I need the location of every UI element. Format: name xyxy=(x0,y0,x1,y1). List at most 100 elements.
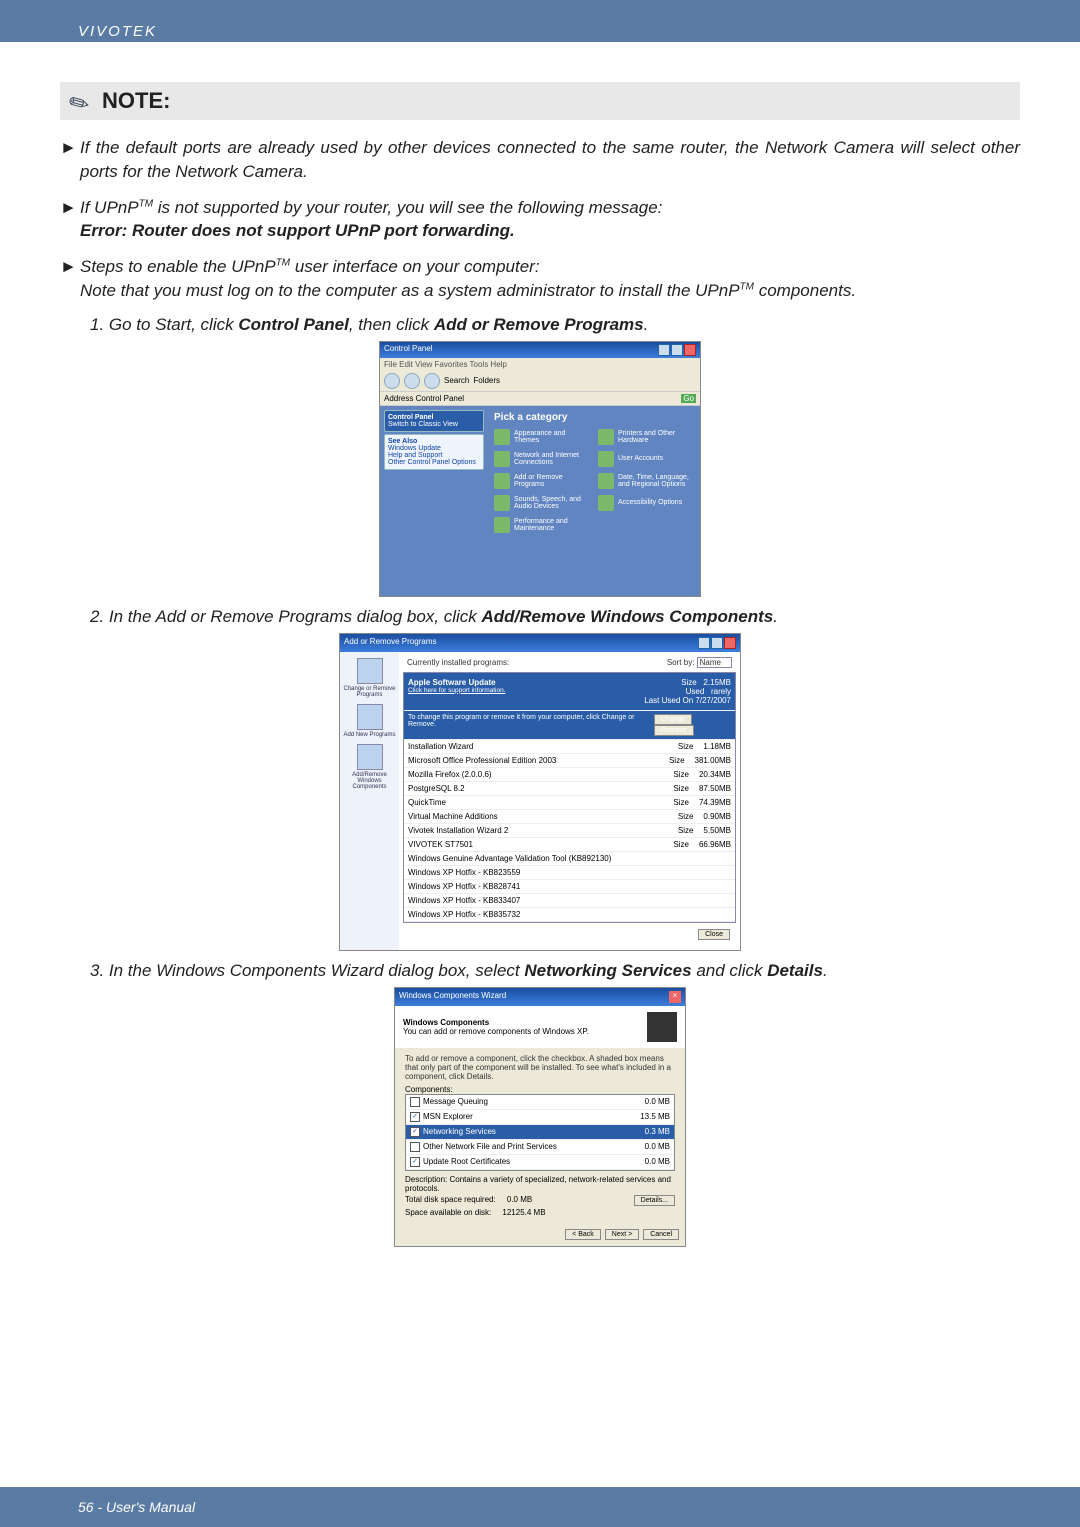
arp-selected-program[interactable]: Apple Software Update Size 2.15MB Click … xyxy=(404,673,735,711)
sort-select[interactable]: Name xyxy=(697,657,732,668)
note-bullet-1: ► If the default ports are already used … xyxy=(60,136,1020,184)
cat-performance[interactable]: Performance and Maintenance xyxy=(494,517,590,533)
arp-main: Currently installed programs: Sort by: N… xyxy=(399,652,740,950)
forward-icon[interactable] xyxy=(404,373,420,389)
table-row[interactable]: Windows Genuine Advantage Validation Too… xyxy=(404,852,735,866)
b3l1-suffix: user interface on your computer: xyxy=(290,257,539,276)
table-row[interactable]: Windows XP Hotfix - KB828741 xyxy=(404,880,735,894)
minimize-icon[interactable] xyxy=(658,344,670,356)
s2-c: . xyxy=(773,607,778,626)
category-icon xyxy=(494,495,510,511)
footer-text: 56 - User's Manual xyxy=(78,1499,195,1515)
back-button[interactable]: < Back xyxy=(565,1229,601,1240)
cat-printers[interactable]: Printers and Other Hardware xyxy=(598,429,694,445)
window-buttons xyxy=(698,637,736,649)
checkbox[interactable]: ✓ xyxy=(410,1112,420,1122)
table-row[interactable]: Microsoft Office Professional Edition 20… xyxy=(404,754,735,768)
table-row[interactable]: Virtual Machine AdditionsSize0.90MB xyxy=(404,810,735,824)
up-icon[interactable] xyxy=(424,373,440,389)
search-label[interactable]: Search xyxy=(444,376,469,385)
seealso-2[interactable]: Help and Support xyxy=(388,452,442,459)
row-name: Microsoft Office Professional Edition 20… xyxy=(408,756,556,765)
page-footer: 56 - User's Manual xyxy=(0,1487,1080,1527)
next-button[interactable]: Next > xyxy=(605,1229,639,1240)
dr-label: Total disk space required: xyxy=(405,1195,496,1204)
table-row[interactable]: Installation WizardSize1.18MB xyxy=(404,740,735,754)
page-content: ✎ NOTE: ► If the default ports are alrea… xyxy=(0,42,1080,1247)
list-item-networking-services[interactable]: ✓Networking Services0.3 MB xyxy=(406,1125,674,1140)
sel-support-link[interactable]: Click here for support information. xyxy=(408,687,506,696)
seealso-1[interactable]: Windows Update xyxy=(388,445,441,452)
cat-label: Network and Internet Connections xyxy=(514,452,590,466)
go-button[interactable]: Go xyxy=(681,394,696,403)
cat-addremove[interactable]: Add or Remove Programs xyxy=(494,473,590,489)
row-size: 20.34MB xyxy=(699,770,731,779)
maximize-icon[interactable] xyxy=(711,637,723,649)
table-row[interactable]: Vivotek Installation Wizard 2Size5.50MB xyxy=(404,824,735,838)
s3-b: Networking Services xyxy=(524,961,691,980)
side-windows-components[interactable]: Add/Remove Windows Components xyxy=(342,744,397,790)
cp-side-seealso: See Also Windows Update Help and Support… xyxy=(384,434,484,470)
maximize-icon[interactable] xyxy=(671,344,683,356)
table-row[interactable]: VIVOTEK ST7501Size66.96MB xyxy=(404,838,735,852)
cancel-button[interactable]: Cancel xyxy=(643,1229,679,1240)
list-item[interactable]: Message Queuing0.0 MB xyxy=(406,1095,674,1110)
cat-label: User Accounts xyxy=(618,455,663,462)
list-item[interactable]: ✓MSN Explorer13.5 MB xyxy=(406,1110,674,1125)
b3l2-suffix: components. xyxy=(754,281,856,300)
close-icon[interactable] xyxy=(684,344,696,356)
arrow-icon: ► xyxy=(60,136,80,184)
side-icon xyxy=(357,744,383,770)
minimize-icon[interactable] xyxy=(698,637,710,649)
table-row[interactable]: Windows XP Hotfix - KB833407 xyxy=(404,894,735,908)
row-name: PostgreSQL 8.2 xyxy=(408,784,465,793)
switch-classic-link[interactable]: Switch to Classic View xyxy=(388,421,458,428)
row-size-l: Size xyxy=(673,798,689,807)
row-size-l: Size xyxy=(678,826,694,835)
back-icon[interactable] xyxy=(384,373,400,389)
s1-c: , then click xyxy=(349,315,434,334)
table-row[interactable]: PostgreSQL 8.2Size87.50MB xyxy=(404,782,735,796)
cat-users[interactable]: User Accounts xyxy=(598,451,694,467)
brand-text: VIVOTEK xyxy=(78,23,157,40)
tm-sup: TM xyxy=(276,258,290,269)
table-row[interactable]: Windows XP Hotfix - KB835732 xyxy=(404,908,735,922)
checkbox[interactable] xyxy=(410,1142,420,1152)
side-add-new[interactable]: Add New Programs xyxy=(343,704,395,738)
cat-datetime[interactable]: Date, Time, Language, and Regional Optio… xyxy=(598,473,694,489)
checkbox[interactable]: ✓ xyxy=(410,1127,420,1137)
category-icon xyxy=(494,473,510,489)
bullet3-text: Steps to enable the UPnPTM user interfac… xyxy=(80,255,1020,303)
s1-d: Add or Remove Programs xyxy=(434,315,644,334)
close-button[interactable]: Close xyxy=(698,929,730,940)
folders-label[interactable]: Folders xyxy=(473,376,500,385)
item-name: Other Network File and Print Services xyxy=(423,1142,557,1151)
list-item[interactable]: ✓Update Root Certificates0.0 MB xyxy=(406,1155,674,1170)
side-label: Add/Remove Windows Components xyxy=(352,772,387,790)
details-button[interactable]: Details... xyxy=(634,1195,675,1206)
side-change-remove[interactable]: Change or Remove Programs xyxy=(342,658,397,698)
cat-accessibility[interactable]: Accessibility Options xyxy=(598,495,694,511)
remove-button[interactable]: Remove xyxy=(654,725,694,736)
cat-appearance[interactable]: Appearance and Themes xyxy=(494,429,590,445)
s1-a: 1. Go to Start, click xyxy=(90,315,238,334)
category-icon xyxy=(598,429,614,445)
cat-network[interactable]: Network and Internet Connections xyxy=(494,451,590,467)
wcw-body: To add or remove a component, click the … xyxy=(395,1048,685,1223)
close-icon[interactable]: × xyxy=(669,991,681,1003)
wcw-buttons: < Back Next > Cancel xyxy=(395,1223,685,1246)
table-row[interactable]: Mozilla Firefox (2.0.0.6)Size20.34MB xyxy=(404,768,735,782)
change-button[interactable]: Change xyxy=(654,714,693,725)
addr-value[interactable]: Control Panel xyxy=(416,394,464,403)
checkbox[interactable] xyxy=(410,1097,420,1107)
seealso-3[interactable]: Other Control Panel Options xyxy=(388,459,476,466)
arp-sidebar: Change or Remove Programs Add New Progra… xyxy=(340,652,399,950)
table-row[interactable]: QuickTimeSize74.39MB xyxy=(404,796,735,810)
close-icon[interactable] xyxy=(724,637,736,649)
row-name: Virtual Machine Additions xyxy=(408,812,498,821)
table-row[interactable]: Windows XP Hotfix - KB823559 xyxy=(404,866,735,880)
cp-menubar[interactable]: File Edit View Favorites Tools Help xyxy=(380,358,700,371)
cat-sounds[interactable]: Sounds, Speech, and Audio Devices xyxy=(494,495,590,511)
checkbox[interactable]: ✓ xyxy=(410,1157,420,1167)
list-item[interactable]: Other Network File and Print Services0.0… xyxy=(406,1140,674,1155)
